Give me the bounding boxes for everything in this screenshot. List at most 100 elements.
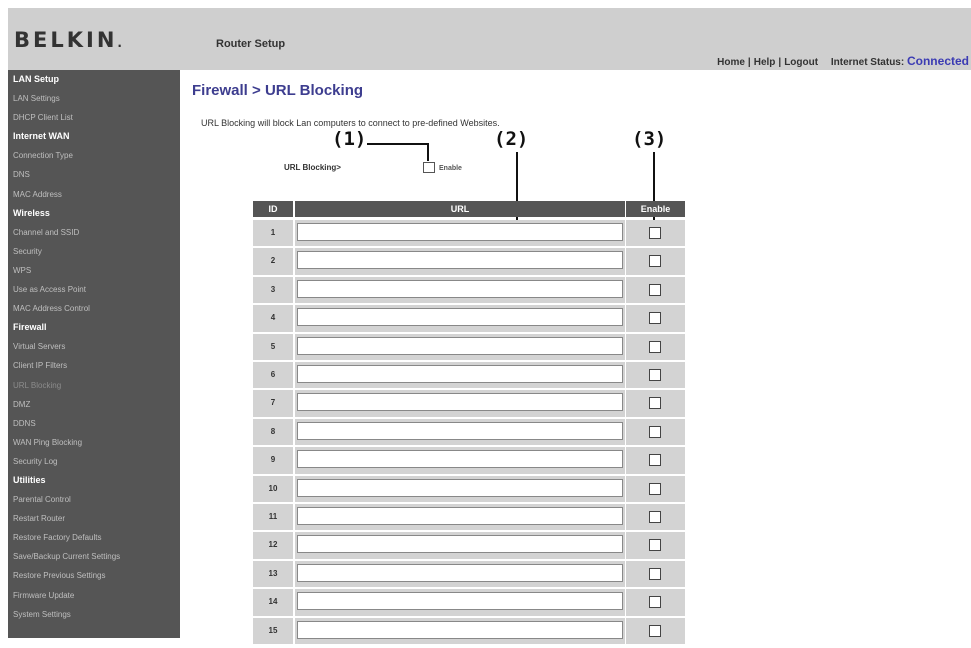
url-input[interactable] <box>297 535 623 554</box>
table-row: 14 <box>253 589 685 617</box>
url-cell <box>295 504 625 531</box>
url-cell <box>295 418 625 446</box>
sidebar-item-wps[interactable]: WPS <box>8 261 180 280</box>
sidebar-item-channel-and-ssid[interactable]: Channel and SSID <box>8 223 180 242</box>
sidebar-item-dns[interactable]: DNS <box>8 165 180 184</box>
row-enable-checkbox[interactable] <box>649 283 661 296</box>
callout-3: (3) <box>632 128 667 150</box>
row-enable-checkbox[interactable] <box>649 482 661 495</box>
url-cell <box>295 333 625 360</box>
sidebar-item-use-as-access-point[interactable]: Use as Access Point <box>8 280 180 299</box>
table-row: 7 <box>253 390 685 418</box>
header-bar: BELKIN. Router Setup Home | Help | Logout In… <box>8 8 971 70</box>
url-cell <box>295 220 625 247</box>
url-blocking-label: URL Blocking> <box>284 163 341 172</box>
enable-cell <box>626 305 685 332</box>
app-title: Router Setup <box>216 38 286 50</box>
sidebar-section-title: Internet WAN <box>13 131 70 142</box>
row-enable-checkbox[interactable] <box>649 369 661 381</box>
url-blocking-enable-checkbox[interactable] <box>423 162 435 173</box>
page-title: Firewall > URL Blocking <box>192 82 364 99</box>
table-row: 4 <box>253 305 685 333</box>
url-input[interactable] <box>297 450 623 469</box>
url-input[interactable] <box>297 421 623 440</box>
url-input[interactable] <box>297 478 623 497</box>
sidebar-item-security[interactable]: Security <box>8 242 180 261</box>
url-input[interactable] <box>297 223 623 241</box>
sidebar-item-connection-type[interactable]: Connection Type <box>8 146 180 165</box>
url-cell <box>295 390 625 417</box>
url-input[interactable] <box>297 393 623 412</box>
row-enable-checkbox[interactable] <box>649 511 661 523</box>
sidebar-item-security-log[interactable]: Security Log <box>8 452 180 471</box>
sidebar-item-firmware-update[interactable]: Firmware Update <box>8 586 180 605</box>
row-enable-checkbox[interactable] <box>649 596 661 609</box>
row-id: 4 <box>253 305 293 332</box>
row-enable-checkbox[interactable] <box>649 567 661 580</box>
table-row: 13 <box>253 560 685 589</box>
url-input[interactable] <box>297 507 623 525</box>
enable-cell <box>626 248 685 275</box>
enable-cell <box>626 589 685 616</box>
sidebar-item-restart-router[interactable]: Restart Router <box>8 509 180 528</box>
row-enable-checkbox[interactable] <box>649 227 661 239</box>
logo-text: BELKIN <box>14 28 118 52</box>
row-id: 1 <box>253 220 293 247</box>
row-enable-checkbox[interactable] <box>649 312 661 325</box>
url-input[interactable] <box>297 563 623 582</box>
enable-cell <box>626 532 685 559</box>
sidebar-item-mac-address-control[interactable]: MAC Address Control <box>8 299 180 318</box>
home-link[interactable]: Home <box>717 57 745 68</box>
url-input[interactable] <box>297 592 623 611</box>
row-enable-checkbox[interactable] <box>649 425 661 438</box>
row-enable-checkbox[interactable] <box>649 539 661 552</box>
url-input[interactable] <box>297 365 623 383</box>
url-input[interactable] <box>297 308 623 327</box>
table-row: 6 <box>253 362 685 390</box>
table-row: 1 <box>253 220 685 248</box>
callout-1-leader <box>367 143 428 145</box>
sidebar-item-system-settings[interactable]: System Settings <box>8 605 180 624</box>
sidebar-item-restore-previous-settings[interactable]: Restore Previous Settings <box>8 566 180 585</box>
sidebar-item-lan-settings[interactable]: LAN Settings <box>8 89 180 108</box>
sidebar-item-mac-address[interactable]: MAC Address <box>8 185 180 204</box>
sidebar-item-wan-ping-blocking[interactable]: WAN Ping Blocking <box>8 433 180 452</box>
sidebar-item-ddns[interactable]: DDNS <box>8 414 180 433</box>
url-input[interactable] <box>297 251 623 270</box>
sidebar-item-dhcp-client-list[interactable]: DHCP Client List <box>8 108 180 127</box>
url-cell <box>295 248 625 275</box>
table-row: 12 <box>253 532 685 560</box>
sidebar-item-save-backup-current-settings[interactable]: Save/Backup Current Settings <box>8 547 180 566</box>
enable-cell <box>626 560 685 588</box>
enable-cell <box>626 362 685 389</box>
table-row: 15 <box>253 617 685 646</box>
table-row: 5 <box>253 333 685 362</box>
link-separator: | <box>747 57 751 68</box>
url-input[interactable] <box>297 336 623 355</box>
enable-cell <box>626 617 685 644</box>
sidebar-item-dmz[interactable]: DMZ <box>8 395 180 414</box>
row-id: 2 <box>253 248 293 275</box>
url-input[interactable] <box>297 620 623 639</box>
sidebar-item-parental-control[interactable]: Parental Control <box>8 490 180 509</box>
row-enable-checkbox[interactable] <box>649 454 661 467</box>
row-enable-checkbox[interactable] <box>649 255 661 268</box>
logout-link[interactable]: Logout <box>784 57 818 68</box>
column-header-url: URL <box>295 201 625 217</box>
row-id: 14 <box>253 589 293 616</box>
row-enable-checkbox[interactable] <box>649 624 661 637</box>
sidebar-item-url-blocking[interactable]: URL Blocking <box>8 376 180 395</box>
row-id: 10 <box>253 475 293 502</box>
internet-status-value: Connected <box>906 54 969 68</box>
sidebar-item-client-ip-filters[interactable]: Client IP Filters <box>8 356 180 375</box>
internet-status-label: Internet Status: <box>830 57 905 68</box>
url-input[interactable] <box>297 279 623 298</box>
sidebar-item-restore-factory-defaults[interactable]: Restore Factory Defaults <box>8 528 180 547</box>
help-link[interactable]: Help <box>754 57 776 68</box>
sidebar-item-virtual-servers[interactable]: Virtual Servers <box>8 337 180 356</box>
enable-cell <box>626 504 685 531</box>
enable-cell <box>626 333 685 360</box>
row-enable-checkbox[interactable] <box>649 397 661 410</box>
row-enable-checkbox[interactable] <box>649 340 661 353</box>
table-row: 3 <box>253 276 685 305</box>
